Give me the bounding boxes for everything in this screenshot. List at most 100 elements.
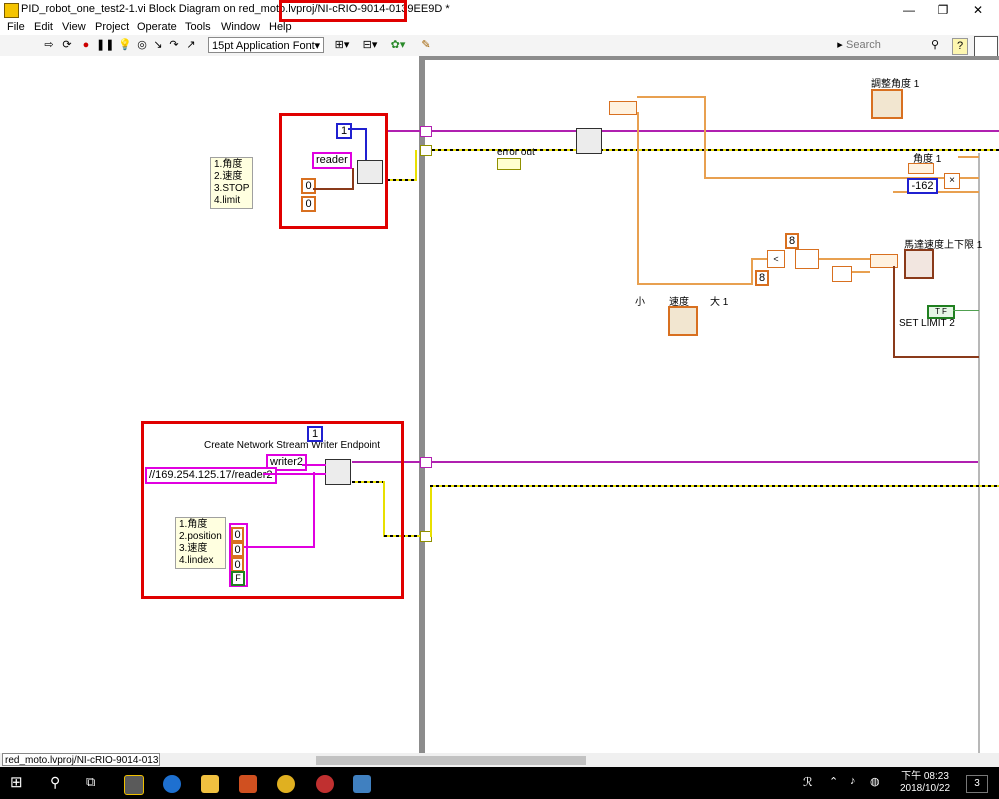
- menu-view[interactable]: View: [62, 20, 86, 35]
- menu-edit[interactable]: Edit: [34, 20, 53, 35]
- angle-indicator[interactable]: [908, 163, 934, 174]
- title-bar: PID_robot_one_test2-1.vi Block Diagram o…: [0, 0, 999, 20]
- set-limit-label: SET LIMIT 2: [899, 318, 955, 329]
- status-bar-context: red_moto.lvproj/NI-cRIO-9014-0139EE9D: [2, 753, 160, 766]
- step-over-icon[interactable]: ↷: [168, 38, 180, 53]
- app-icon-red[interactable]: [316, 775, 334, 793]
- menu-tools[interactable]: Tools: [185, 20, 211, 35]
- highlight-execution-icon[interactable]: 💡: [118, 38, 132, 53]
- align-objects-icon[interactable]: ⊞▾: [332, 38, 352, 53]
- speed-slider-control[interactable]: [668, 306, 698, 336]
- wire-stream-ref-2b: [432, 461, 978, 463]
- adjust-angle-control[interactable]: [871, 89, 903, 119]
- select-node[interactable]: [795, 249, 819, 269]
- wire-stream-ref-1: [388, 130, 420, 132]
- minimize-button[interactable]: —: [893, 0, 925, 20]
- step-into-icon[interactable]: ↘: [152, 38, 164, 53]
- clock-date: 2018/10/22: [899, 783, 951, 794]
- search-icon[interactable]: ⚲: [928, 38, 942, 53]
- search-taskbar-icon[interactable]: ⚲: [50, 774, 60, 791]
- writer-zero-1[interactable]: 0: [231, 542, 244, 557]
- font-dropdown[interactable]: 15pt Application Font ▾: [208, 37, 324, 53]
- block-diagram[interactable]: 1 reader 0 0 1.角度 2.速度 3.STOP 4.limit Cr…: [0, 56, 999, 753]
- distribute-objects-icon[interactable]: ⊟▾: [360, 38, 380, 53]
- less-than-node[interactable]: <: [767, 250, 785, 268]
- wire-cluster-1: [313, 188, 353, 190]
- maximize-button[interactable]: ❐: [927, 0, 959, 20]
- highlight-target-name: [279, 0, 407, 22]
- while-loop-frame-left: [419, 56, 425, 753]
- edge-browser-icon[interactable]: [163, 775, 181, 793]
- windows-taskbar: ⊞ ⚲ ⧉ ℛ ⌃ ♪ ◍ 3: [0, 767, 999, 799]
- const-eight-a[interactable]: 8: [785, 233, 799, 249]
- shift-register-stream[interactable]: [420, 126, 432, 137]
- context-help-icon[interactable]: ?: [952, 38, 968, 55]
- retain-wire-values-icon[interactable]: ◎: [136, 38, 148, 53]
- matlab-icon[interactable]: [239, 775, 257, 793]
- const-one-writer[interactable]: 1: [307, 426, 323, 442]
- wire-ora-2v: [637, 112, 639, 284]
- wire-ora-1: [637, 96, 705, 98]
- const-reader-name[interactable]: reader: [312, 152, 352, 169]
- set-limit-bool[interactable]: T F: [927, 305, 955, 319]
- writer-zero-0[interactable]: 0: [231, 527, 244, 542]
- menu-operate[interactable]: Operate: [137, 20, 177, 35]
- vi-icon: [974, 36, 998, 57]
- chrome-icon[interactable]: [277, 775, 295, 793]
- run-arrow-icon[interactable]: ⇨: [42, 38, 56, 53]
- const-eight-b[interactable]: 8: [755, 270, 769, 286]
- search-expand-icon[interactable]: ▸: [836, 38, 844, 53]
- volume-icon[interactable]: ♪: [850, 775, 856, 787]
- create-writer-endpoint-node[interactable]: [325, 459, 351, 485]
- task-view-icon[interactable]: ⧉: [86, 774, 95, 790]
- wire-ora-2h: [637, 283, 752, 285]
- const-zero-a[interactable]: 0: [301, 178, 316, 194]
- abort-icon[interactable]: ●: [80, 38, 92, 53]
- step-out-icon[interactable]: ↗: [184, 38, 198, 53]
- const-zero-b[interactable]: 0: [301, 196, 316, 212]
- scrollbar-thumb[interactable]: [316, 756, 586, 765]
- create-reader-endpoint-node[interactable]: [357, 160, 383, 184]
- multiply-node[interactable]: ×: [944, 173, 960, 189]
- wire-ora-8: [958, 156, 979, 158]
- paint-icon[interactable]: [353, 775, 371, 793]
- menu-project[interactable]: Project: [95, 20, 129, 35]
- const-url[interactable]: //169.254.125.17/reader2: [145, 467, 277, 484]
- labview-app-icon: [4, 3, 19, 18]
- taskbar-clock[interactable]: 下午 08:23 2018/10/22: [895, 771, 955, 795]
- menu-help[interactable]: Help: [269, 20, 292, 35]
- reorder-icon[interactable]: ✿▾: [388, 38, 408, 53]
- tray-chevron-icon[interactable]: ⌃: [829, 775, 838, 788]
- large-label: 大 1: [710, 297, 729, 308]
- cleanup-diagram-icon[interactable]: ✎: [418, 38, 434, 53]
- wire-brown-limit: [893, 266, 895, 358]
- unbundle-node[interactable]: [609, 101, 637, 115]
- labview-taskbar-icon[interactable]: [124, 775, 144, 795]
- writer-bool-false[interactable]: F: [231, 571, 245, 586]
- people-icon[interactable]: ℛ: [803, 775, 813, 789]
- menu-window[interactable]: Window: [221, 20, 260, 35]
- error-out-indicator[interactable]: [497, 158, 521, 170]
- writer-zero-2[interactable]: 0: [231, 557, 244, 572]
- notification-icon[interactable]: 3: [966, 775, 988, 793]
- wire-ora-5: [818, 258, 870, 260]
- toolbar: ⇨ ⟳ ● ❚❚ 💡 ◎ ↘ ↷ ↗ 15pt Application Font…: [0, 35, 999, 57]
- const-one-reader[interactable]: 1: [336, 123, 352, 139]
- menu-bar: File Edit View Project Operate Tools Win…: [0, 20, 999, 35]
- tunnel-stream-2[interactable]: [420, 457, 432, 468]
- wire-green: [953, 310, 979, 311]
- read-stream-node[interactable]: [576, 128, 602, 154]
- motor-limit-indicator[interactable]: [904, 249, 934, 279]
- pause-icon[interactable]: ❚❚: [96, 38, 114, 53]
- windows-start-icon[interactable]: ⊞: [10, 775, 26, 791]
- shift-register-error[interactable]: [420, 145, 432, 156]
- menu-file[interactable]: File: [7, 20, 25, 35]
- clock-time: 下午 08:23: [901, 771, 949, 782]
- file-explorer-icon[interactable]: [201, 775, 219, 793]
- close-button[interactable]: ✕: [962, 0, 994, 20]
- to-i32-node[interactable]: [832, 266, 852, 282]
- comment-writer-fields: 1.角度 2.position 3.速度 4.lindex: [175, 517, 226, 569]
- run-continuously-icon[interactable]: ⟳: [60, 38, 74, 53]
- network-icon[interactable]: ◍: [870, 775, 880, 788]
- const-neg162[interactable]: -162: [907, 178, 938, 194]
